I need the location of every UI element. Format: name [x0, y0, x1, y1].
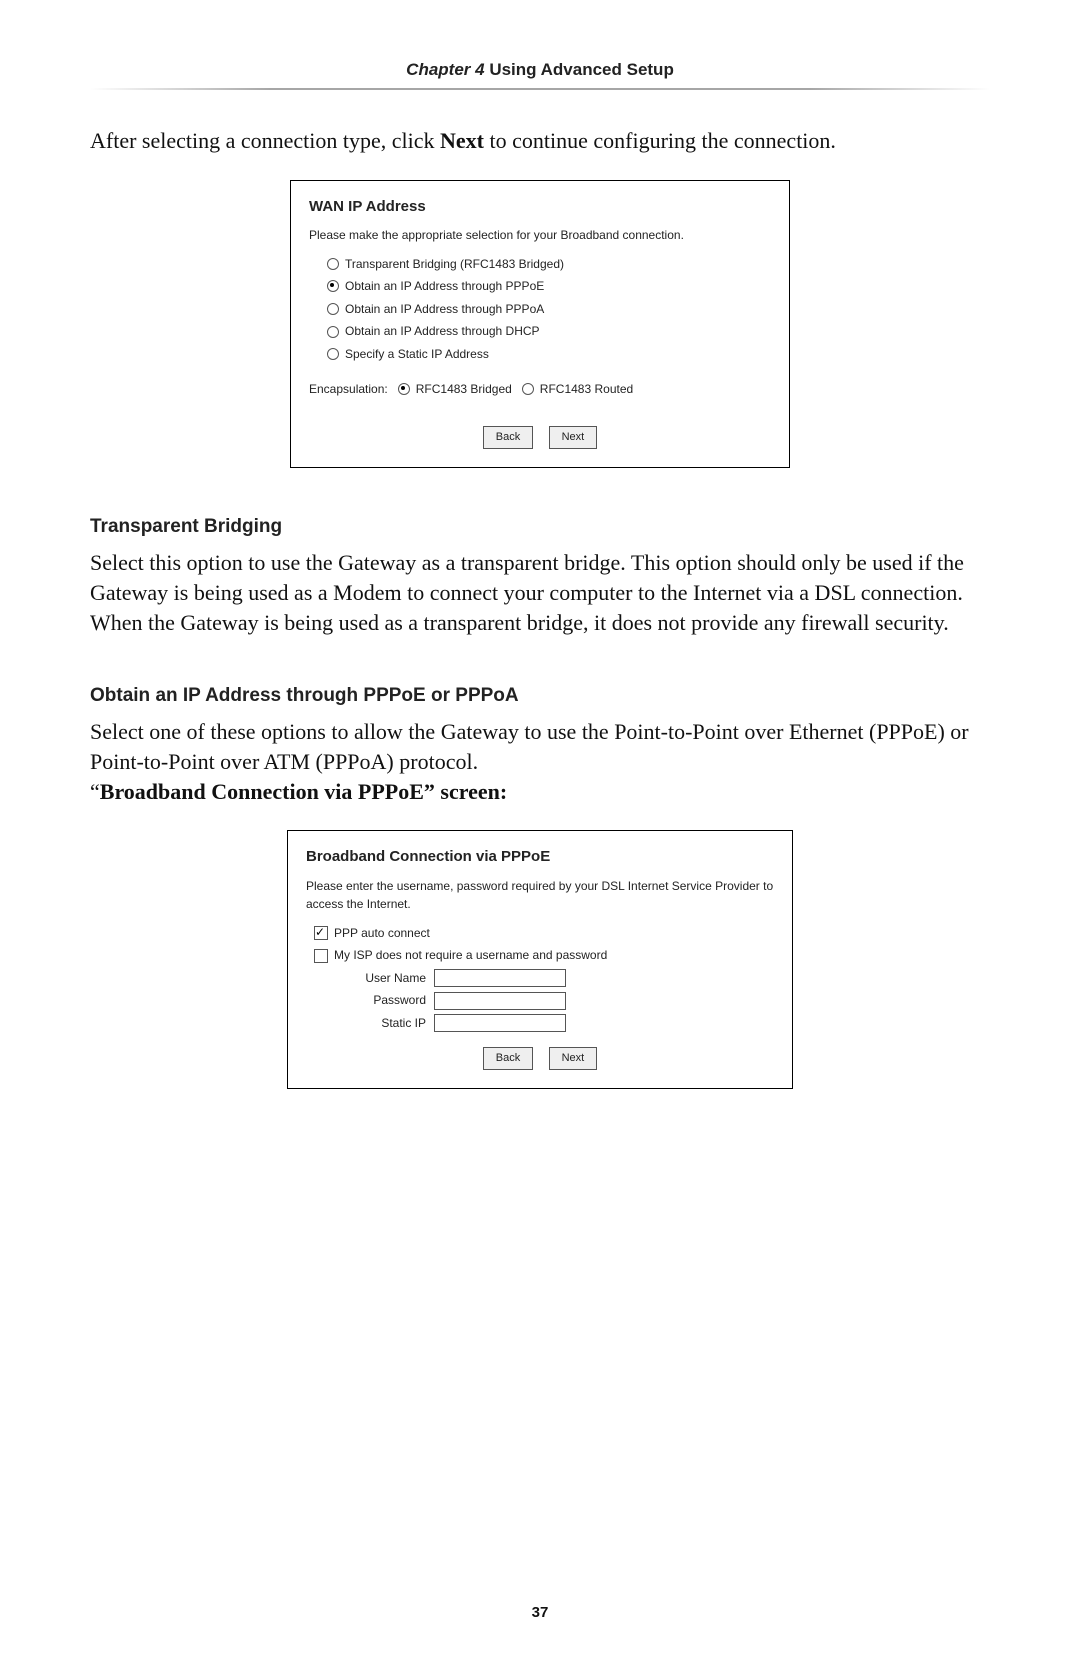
pppoe-button-row: Back Next: [306, 1047, 774, 1070]
radio-icon: [327, 348, 339, 360]
checkbox-checked-icon: [314, 926, 328, 940]
wan-option-dhcp[interactable]: Obtain an IP Address through DHCP: [327, 322, 771, 341]
intro-post: to continue configuring the connection.: [484, 128, 836, 153]
wan-option-label: Transparent Bridging (RFC1483 Bridged): [345, 255, 564, 274]
back-button[interactable]: Back: [483, 1047, 533, 1070]
page-number: 37: [0, 1604, 1080, 1621]
password-row: Password: [306, 991, 774, 1010]
document-page: Chapter 4 Using Advanced Setup After sel…: [0, 0, 1080, 1669]
radio-selected-icon: [327, 280, 339, 292]
pppoe-panel-description: Please enter the username, password requ…: [306, 877, 774, 914]
transparent-bridging-heading: Transparent Bridging: [90, 516, 990, 538]
intro-bold: Next: [440, 128, 484, 153]
wan-ip-panel: WAN IP Address Please make the appropria…: [290, 180, 790, 468]
wan-panel-description: Please make the appropriate selection fo…: [309, 226, 771, 245]
next-button[interactable]: Next: [549, 1047, 598, 1070]
checkbox-icon: [314, 949, 328, 963]
staticip-label: Static IP: [306, 1014, 434, 1033]
pppoe-panel: Broadband Connection via PPPoE Please en…: [287, 830, 793, 1088]
pppoe-caption: Broadband Connection via PPPoE” screen:: [100, 779, 507, 804]
radio-icon: [327, 258, 339, 270]
wan-panel-heading: WAN IP Address: [309, 195, 771, 218]
encaps-option-label: RFC1483 Routed: [540, 380, 633, 399]
encaps-bridged[interactable]: RFC1483 Bridged: [398, 380, 512, 399]
wan-option-label: Obtain an IP Address through PPPoA: [345, 300, 544, 319]
transparent-bridging-paragraph: Select this option to use the Gateway as…: [90, 548, 990, 637]
pppoe-panel-heading: Broadband Connection via PPPoE: [306, 845, 774, 868]
pppoe-paragraph: Select one of these options to allow the…: [90, 717, 990, 806]
wan-option-transparent[interactable]: Transparent Bridging (RFC1483 Bridged): [327, 255, 771, 274]
next-button[interactable]: Next: [549, 426, 598, 449]
radio-icon: [327, 326, 339, 338]
open-quote-icon: [90, 779, 100, 804]
wan-option-pppoe[interactable]: Obtain an IP Address through PPPoE: [327, 277, 771, 296]
username-row: User Name: [306, 969, 774, 988]
pppoe-paragraph-text: Select one of these options to allow the…: [90, 719, 969, 774]
staticip-input[interactable]: [434, 1014, 566, 1032]
wan-option-label: Obtain an IP Address through DHCP: [345, 322, 540, 341]
staticip-row: Static IP: [306, 1014, 774, 1033]
wan-option-pppoa[interactable]: Obtain an IP Address through PPPoA: [327, 300, 771, 319]
header-rule: [90, 88, 990, 90]
chapter-label: Chapter 4: [406, 60, 484, 79]
intro-paragraph: After selecting a connection type, click…: [90, 126, 990, 156]
chapter-title: Using Advanced Setup: [485, 60, 674, 79]
ppp-auto-connect[interactable]: PPP auto connect: [314, 924, 774, 943]
wan-options-group: Transparent Bridging (RFC1483 Bridged) O…: [327, 255, 771, 364]
encapsulation-row: Encapsulation: RFC1483 Bridged RFC1483 R…: [309, 376, 771, 403]
wan-screenshot: WAN IP Address Please make the appropria…: [90, 180, 990, 468]
wan-option-label: Specify a Static IP Address: [345, 345, 489, 364]
encapsulation-label: Encapsulation:: [309, 380, 388, 399]
intro-pre: After selecting a connection type, click: [90, 128, 440, 153]
username-input[interactable]: [434, 969, 566, 987]
wan-button-row: Back Next: [309, 426, 771, 449]
isp-no-credentials[interactable]: My ISP does not require a username and p…: [314, 946, 774, 965]
password-label: Password: [306, 991, 434, 1010]
ppp-auto-label: PPP auto connect: [334, 924, 430, 943]
pppoe-screenshot: Broadband Connection via PPPoE Please en…: [90, 830, 990, 1088]
isp-no-credentials-label: My ISP does not require a username and p…: [334, 946, 607, 965]
wan-option-label: Obtain an IP Address through PPPoE: [345, 277, 544, 296]
pppoe-heading: Obtain an IP Address through PPPoE or PP…: [90, 685, 990, 707]
password-input[interactable]: [434, 992, 566, 1010]
username-label: User Name: [306, 969, 434, 988]
radio-icon: [522, 383, 534, 395]
radio-selected-icon: [398, 383, 410, 395]
radio-icon: [327, 303, 339, 315]
encaps-routed[interactable]: RFC1483 Routed: [522, 380, 633, 399]
wan-option-static[interactable]: Specify a Static IP Address: [327, 345, 771, 364]
encaps-option-label: RFC1483 Bridged: [416, 380, 512, 399]
page-header: Chapter 4 Using Advanced Setup: [90, 60, 990, 80]
back-button[interactable]: Back: [483, 426, 533, 449]
